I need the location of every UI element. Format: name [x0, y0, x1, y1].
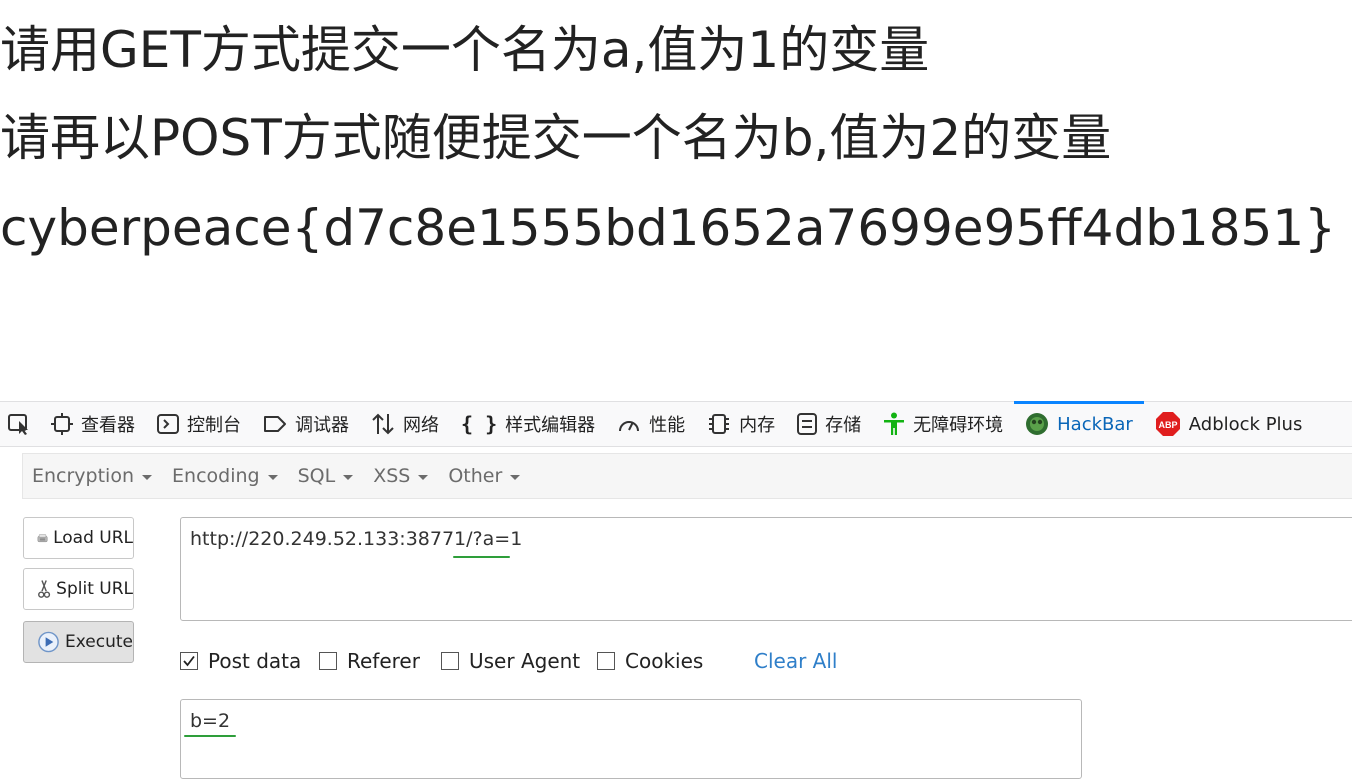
tab-label: 网络 [403, 415, 439, 436]
menu-label: Encoding [172, 465, 260, 487]
challenge-instruction-post: 请再以POST方式随便提交一个名为b,值为2的变量 [0, 109, 1112, 167]
play-icon [38, 631, 59, 653]
tab-debugger[interactable]: 调试器 [252, 402, 360, 446]
tab-label: HackBar [1057, 413, 1133, 435]
tab-accessibility[interactable]: 无障碍环境 [872, 402, 1014, 446]
user-agent-checkbox[interactable]: User Agent [441, 649, 580, 673]
storage-icon [797, 413, 818, 435]
clear-all-link[interactable]: Clear All [754, 649, 837, 673]
tab-memory[interactable]: 内存 [696, 402, 786, 446]
checkbox-checked-icon [180, 652, 198, 670]
execute-label: Execute [65, 632, 133, 652]
load-url-icon [37, 534, 48, 543]
menu-label: Other [448, 465, 503, 487]
tab-storage[interactable]: 存储 [786, 402, 872, 446]
caret-down-icon [418, 474, 429, 480]
tab-label: 性能 [649, 415, 686, 436]
caret-down-icon [510, 474, 521, 480]
post-data-value: b=2 [190, 710, 231, 732]
network-icon [372, 413, 394, 435]
devtools-toolbar: 查看器 控制台 调试器 网络 { } 样式编辑器 性能 内存 存储 无障碍环境 … [0, 401, 1352, 447]
tab-label: 样式编辑器 [505, 415, 596, 436]
menu-label: SQL [297, 465, 336, 487]
memory-icon [709, 414, 730, 434]
cookies-checkbox[interactable]: Cookies [597, 649, 703, 673]
tab-label: Adblock Plus [1188, 413, 1303, 435]
menu-other[interactable]: Other [438, 465, 530, 487]
element-picker-icon [8, 414, 28, 435]
style-editor-icon: { } [461, 412, 498, 436]
menu-label: XSS [373, 465, 411, 487]
url-param-highlight [453, 556, 510, 558]
load-url-label: Load URL [53, 528, 133, 548]
tab-console[interactable]: 控制台 [146, 402, 252, 446]
user-agent-label: User Agent [469, 649, 581, 673]
post-data-label: Post data [208, 649, 302, 673]
flag-text: cyberpeace{d7c8e1555bd1652a7699e95ff4db1… [0, 199, 1336, 257]
tab-adblock-plus[interactable]: ABP Adblock Plus [1144, 402, 1314, 446]
accessibility-icon [884, 412, 905, 435]
checkbox-icon [441, 652, 459, 670]
menu-sql[interactable]: SQL [288, 465, 364, 487]
post-data-input[interactable]: b=2 [180, 699, 1082, 779]
challenge-instruction-get: 请用GET方式提交一个名为a,值为1的变量 [0, 21, 930, 79]
caret-down-icon [142, 474, 153, 480]
adblock-icon: ABP [1155, 412, 1180, 436]
tab-label: 控制台 [187, 415, 241, 436]
checkbox-icon [319, 652, 337, 670]
tab-style-editor[interactable]: { } 样式编辑器 [450, 402, 606, 446]
tab-label: 调试器 [295, 415, 349, 436]
tab-label: 无障碍环境 [913, 415, 1004, 436]
adblock-badge-text: ABP [1158, 420, 1177, 430]
performance-icon [619, 421, 640, 432]
execute-button[interactable]: Execute [23, 621, 134, 663]
post-data-checkbox[interactable]: Post data [180, 649, 301, 673]
load-url-button[interactable]: Load URL [23, 517, 134, 559]
hackbar-menu: Encryption Encoding SQL XSS Other [22, 453, 1352, 499]
tab-hackbar[interactable]: HackBar [1014, 401, 1144, 446]
scissors-icon [38, 580, 51, 598]
tab-label: 内存 [739, 415, 776, 436]
menu-encryption[interactable]: Encryption [23, 465, 162, 487]
tab-label: 查看器 [81, 415, 135, 436]
referer-checkbox[interactable]: Referer [319, 649, 420, 673]
menu-xss[interactable]: XSS [363, 465, 438, 487]
tab-network[interactable]: 网络 [360, 402, 450, 446]
tab-label: 存储 [825, 415, 862, 436]
hackbar-icon [1026, 413, 1049, 435]
checkbox-icon [597, 652, 615, 670]
url-value: http://220.249.52.133:38771/?a=1 [190, 528, 523, 550]
element-picker-button[interactable] [0, 402, 40, 446]
referer-label: Referer [347, 649, 420, 673]
cookies-label: Cookies [625, 649, 704, 673]
tab-performance[interactable]: 性能 [606, 402, 696, 446]
debugger-icon [264, 416, 286, 432]
console-icon [157, 414, 179, 434]
caret-down-icon [267, 474, 278, 480]
split-url-label: Split URL [56, 579, 133, 599]
split-url-button[interactable]: Split URL [23, 568, 134, 610]
menu-encoding[interactable]: Encoding [162, 465, 288, 487]
post-param-highlight [184, 735, 236, 737]
caret-down-icon [343, 474, 354, 480]
menu-label: Encryption [32, 465, 135, 487]
inspector-icon [51, 413, 73, 435]
tab-inspector[interactable]: 查看器 [40, 402, 146, 446]
url-input[interactable]: http://220.249.52.133:38771/?a=1 [180, 517, 1352, 621]
